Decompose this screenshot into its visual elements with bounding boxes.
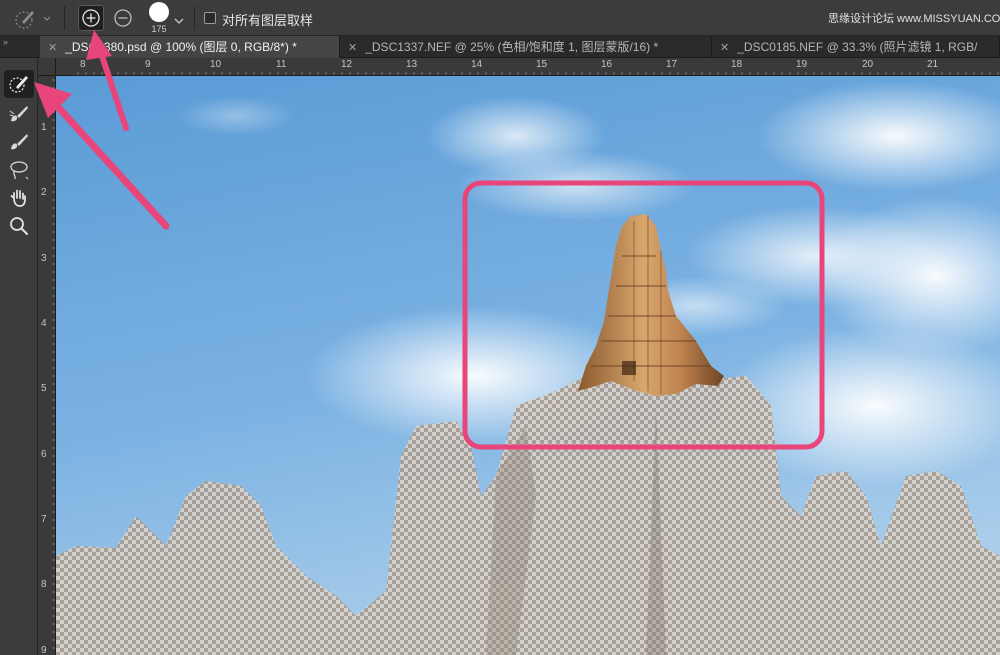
ruler-label: 17	[666, 59, 678, 70]
ruler-label: 21	[927, 59, 939, 70]
ruler-label: 11	[276, 59, 287, 70]
new-selection-add-button[interactable]	[78, 5, 104, 31]
refine-edge-brush-tool[interactable]	[4, 100, 34, 128]
document-tab[interactable]: ✕ _DSC0185.NEF @ 33.3% (照片滤镜 1, RGB/	[712, 36, 1000, 58]
subtract-from-selection-button[interactable]	[110, 5, 136, 31]
options-separator	[64, 6, 65, 30]
ruler-label: 3	[41, 253, 47, 264]
ruler-label: 2	[41, 187, 47, 198]
quick-selection-brush-icon	[9, 76, 28, 93]
refine-edge-brush-icon	[9, 106, 28, 122]
options-separator	[194, 6, 195, 30]
document-canvas[interactable]	[56, 76, 1000, 655]
ruler-origin[interactable]	[38, 58, 56, 76]
lasso-tool[interactable]	[4, 156, 34, 184]
brush-size-value: 175	[151, 24, 167, 34]
options-bar: 175 对所有图层取样 思缘设计论坛 www.MISSYUAN.COM	[0, 0, 1000, 36]
ruler-label: 6	[41, 449, 47, 460]
hand-icon	[10, 189, 26, 207]
ruler-label: 16	[601, 59, 613, 70]
quick-selection-tool[interactable]	[4, 70, 34, 98]
minus-circle-icon	[114, 9, 132, 27]
close-tab-icon[interactable]: ✕	[720, 42, 729, 54]
lasso-icon	[10, 161, 29, 180]
tool-preset-picker[interactable]	[12, 6, 52, 30]
document-tab[interactable]: ✕ _DSC1337.NEF @ 25% (色相/饱和度 1, 图层蒙版/16) …	[340, 36, 712, 58]
magnifier-icon	[10, 217, 29, 236]
horizontal-ruler[interactable]: 8 9 10 11 12 13 14 15 16 17 18 19 20 21	[56, 58, 1000, 76]
brush-tip-icon	[149, 2, 169, 22]
ruler-label: 12	[341, 59, 353, 70]
tools-panel	[0, 58, 38, 655]
ruler-label: 9	[145, 59, 151, 70]
ruler-label: 5	[41, 383, 47, 394]
ruler-label: 8	[41, 579, 47, 590]
zoom-tool[interactable]	[4, 212, 34, 240]
ruler-label: 20	[862, 59, 874, 70]
ruler-label: 9	[41, 645, 47, 655]
collapse-panels-icon[interactable]: ››	[3, 37, 8, 47]
chevron-down-icon[interactable]	[174, 12, 184, 30]
ruler-label: 18	[731, 59, 743, 70]
ruler-label: 19	[796, 59, 808, 70]
close-tab-icon[interactable]: ✕	[348, 42, 357, 54]
ruler-label: 8	[80, 59, 86, 70]
ruler-label: 13	[406, 59, 418, 70]
sample-all-layers-checkbox[interactable]	[204, 12, 216, 24]
brush-tool[interactable]	[4, 128, 34, 156]
vertical-ruler[interactable]: 1 2 3 4 5 6 7 8 9	[38, 76, 56, 655]
ruler-label: 14	[471, 59, 483, 70]
ruler-label: 1	[41, 122, 47, 133]
ruler-label: 15	[536, 59, 548, 70]
tab-title: _DSC1337.NEF @ 25% (色相/饱和度 1, 图层蒙版/16) *	[365, 40, 659, 54]
sample-all-layers-label: 对所有图层取样	[222, 13, 314, 28]
plus-circle-icon	[82, 9, 100, 27]
ruler-ticks	[52, 79, 55, 649]
quick-selection-preset-icon	[15, 11, 51, 29]
tab-title: _DSC1380.psd @ 100% (图层 0, RGB/8*) *	[65, 40, 297, 54]
ruler-label: 10	[210, 59, 222, 70]
document-tab-active[interactable]: ✕ _DSC1380.psd @ 100% (图层 0, RGB/8*) *	[40, 36, 340, 58]
ruler-ticks	[77, 72, 999, 75]
canvas-image	[56, 76, 1000, 655]
document-tab-bar: ›› ✕ _DSC1380.psd @ 100% (图层 0, RGB/8*) *…	[0, 36, 1000, 58]
ruler-label: 7	[41, 514, 47, 525]
paint-brush-icon	[11, 134, 28, 150]
close-tab-icon[interactable]: ✕	[48, 42, 57, 54]
tab-title: _DSC0185.NEF @ 33.3% (照片滤镜 1, RGB/	[737, 40, 978, 54]
ruler-label: 4	[41, 318, 47, 329]
hand-tool[interactable]	[4, 184, 34, 212]
watermark-text: 思缘设计论坛 www.MISSYUAN.COM	[828, 13, 1000, 25]
